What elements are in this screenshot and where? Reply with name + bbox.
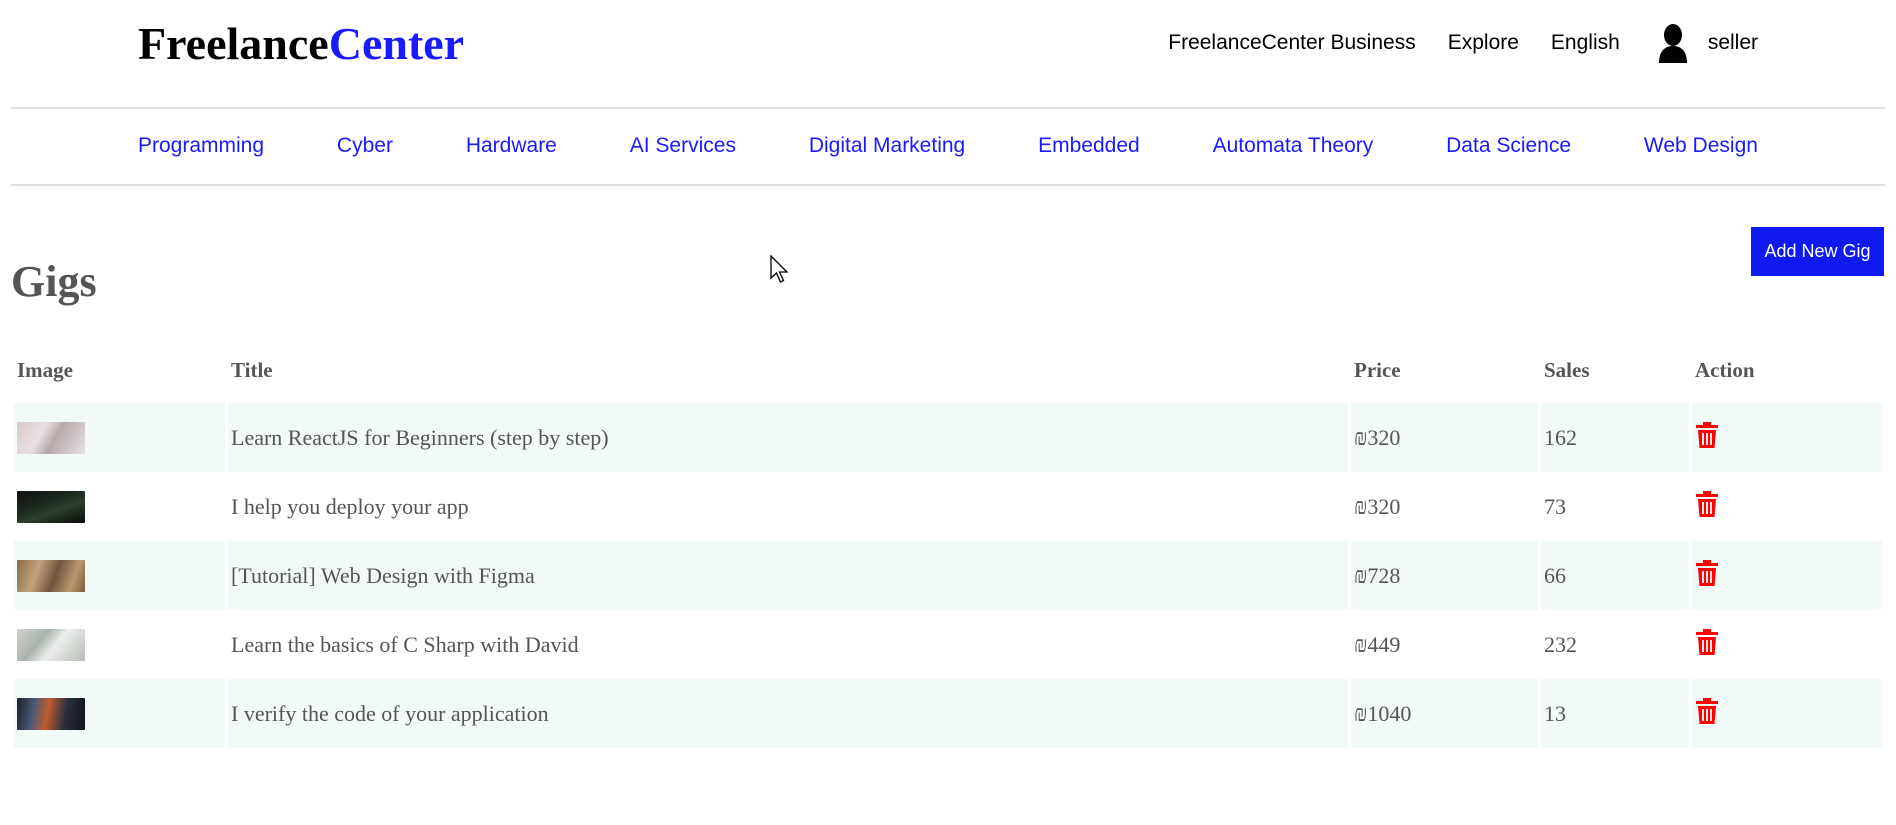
gig-price: ₪728 bbox=[1351, 541, 1538, 610]
gig-title: Learn ReactJS for Beginners (step by ste… bbox=[228, 403, 1348, 472]
gig-sales: 13 bbox=[1541, 679, 1689, 748]
gig-sales: 73 bbox=[1541, 472, 1689, 541]
trash-icon[interactable] bbox=[1695, 697, 1719, 725]
gig-action-cell bbox=[1692, 541, 1882, 610]
user-silhouette-icon bbox=[1656, 23, 1690, 63]
divider-bottom bbox=[11, 184, 1885, 186]
table-header-row: Image Title Price Sales Action bbox=[14, 345, 1882, 403]
gig-price: ₪320 bbox=[1351, 472, 1538, 541]
category-menu: Programming Cyber Hardware AI Services D… bbox=[138, 125, 1758, 167]
mouse-pointer-icon bbox=[770, 254, 790, 290]
gig-image-cell bbox=[14, 610, 225, 679]
trash-icon[interactable] bbox=[1695, 628, 1719, 656]
table-row: I help you deploy your app ₪320 73 bbox=[14, 472, 1882, 541]
user-name: seller bbox=[1707, 31, 1758, 54]
table-row: I verify the code of your application ₪1… bbox=[14, 679, 1882, 748]
gig-price: ₪320 bbox=[1351, 403, 1538, 472]
category-ai-services[interactable]: AI Services bbox=[630, 134, 736, 158]
gig-sales: 232 bbox=[1541, 610, 1689, 679]
add-new-gig-button[interactable]: Add New Gig bbox=[1751, 227, 1884, 276]
gig-title: Learn the basics of C Sharp with David bbox=[228, 610, 1348, 679]
gig-image-cell bbox=[14, 541, 225, 610]
gig-sales: 162 bbox=[1541, 403, 1689, 472]
logo-part-1: Freelance bbox=[138, 18, 329, 69]
category-data-science[interactable]: Data Science bbox=[1446, 134, 1571, 158]
gig-image-cell bbox=[14, 403, 225, 472]
gig-sales: 66 bbox=[1541, 541, 1689, 610]
gig-thumbnail bbox=[17, 697, 85, 730]
category-embedded[interactable]: Embedded bbox=[1038, 134, 1140, 158]
navbar: FreelanceCenter FreelanceCenter Business… bbox=[0, 0, 1896, 87]
gig-image-cell bbox=[14, 679, 225, 748]
column-header-sales: Sales bbox=[1544, 357, 1590, 382]
gig-thumbnail bbox=[17, 421, 85, 454]
logo[interactable]: FreelanceCenter bbox=[138, 18, 464, 70]
gig-action-cell bbox=[1692, 403, 1882, 472]
column-header-action: Action bbox=[1695, 357, 1755, 382]
table-row: [Tutorial] Web Design with Figma ₪728 66 bbox=[14, 541, 1882, 610]
gig-action-cell bbox=[1692, 472, 1882, 541]
gig-title: I verify the code of your application bbox=[228, 679, 1348, 748]
column-header-image: Image bbox=[17, 357, 73, 382]
category-hardware[interactable]: Hardware bbox=[466, 134, 557, 158]
gig-action-cell bbox=[1692, 610, 1882, 679]
gig-thumbnail bbox=[17, 559, 85, 592]
category-programming[interactable]: Programming bbox=[138, 134, 264, 158]
gig-title: I help you deploy your app bbox=[228, 472, 1348, 541]
top-links: FreelanceCenter Business Explore English… bbox=[1136, 23, 1758, 63]
trash-icon[interactable] bbox=[1695, 490, 1719, 518]
gig-title: [Tutorial] Web Design with Figma bbox=[228, 541, 1348, 610]
category-web-design[interactable]: Web Design bbox=[1644, 134, 1758, 158]
table-row: Learn the basics of C Sharp with David ₪… bbox=[14, 610, 1882, 679]
gig-action-cell bbox=[1692, 679, 1882, 748]
language-link[interactable]: English bbox=[1551, 31, 1620, 55]
gig-price: ₪449 bbox=[1351, 610, 1538, 679]
gig-thumbnail bbox=[17, 628, 85, 661]
gig-image-cell bbox=[14, 472, 225, 541]
divider-top bbox=[11, 107, 1885, 109]
user-menu[interactable]: seller bbox=[1656, 23, 1758, 63]
gig-thumbnail bbox=[17, 490, 85, 523]
column-header-title: Title bbox=[231, 357, 273, 382]
logo-part-2: Center bbox=[328, 18, 465, 69]
category-cyber[interactable]: Cyber bbox=[337, 134, 393, 158]
gig-price: ₪1040 bbox=[1351, 679, 1538, 748]
trash-icon[interactable] bbox=[1695, 559, 1719, 587]
explore-link[interactable]: Explore bbox=[1448, 31, 1519, 55]
category-digital-marketing[interactable]: Digital Marketing bbox=[809, 134, 965, 158]
gigs-table: Image Title Price Sales Action Learn Rea… bbox=[11, 345, 1885, 748]
page-title: Gigs bbox=[11, 257, 97, 306]
column-header-price: Price bbox=[1354, 357, 1401, 382]
business-link[interactable]: FreelanceCenter Business bbox=[1168, 31, 1415, 55]
trash-icon[interactable] bbox=[1695, 421, 1719, 449]
category-automata-theory[interactable]: Automata Theory bbox=[1213, 134, 1374, 158]
table-row: Learn ReactJS for Beginners (step by ste… bbox=[14, 403, 1882, 472]
